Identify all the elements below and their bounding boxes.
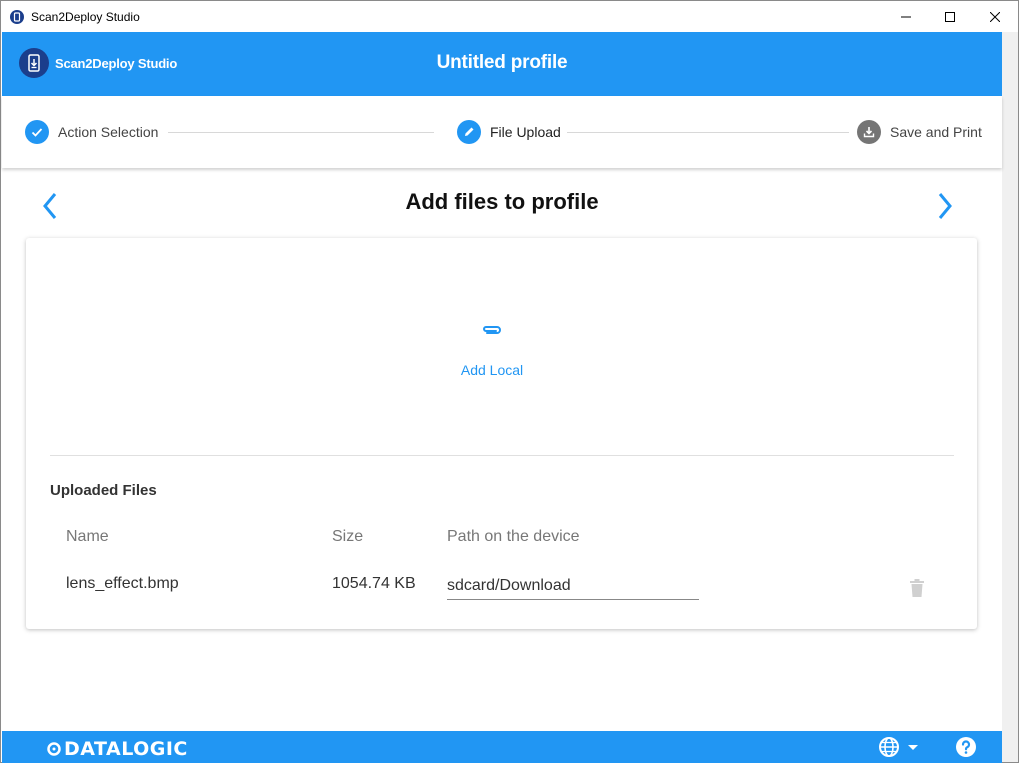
window-title: Scan2Deploy Studio bbox=[31, 9, 140, 24]
profile-title[interactable]: Untitled profile bbox=[2, 52, 1002, 74]
globe-icon bbox=[879, 737, 899, 757]
step-connector bbox=[567, 132, 849, 133]
pencil-icon bbox=[457, 120, 481, 144]
step-label: File Upload bbox=[490, 124, 561, 140]
app-header: Scan2Deploy Studio Untitled profile bbox=[2, 32, 1002, 96]
divider bbox=[50, 455, 954, 456]
app-window: Scan2Deploy Studio Scan2Deploy Studio Un… bbox=[0, 0, 1019, 763]
paperclip-icon bbox=[481, 323, 503, 342]
help-icon bbox=[956, 737, 976, 757]
page-title: Add files to profile bbox=[405, 189, 599, 214]
maximize-button[interactable] bbox=[927, 1, 973, 32]
close-button[interactable] bbox=[972, 1, 1018, 32]
add-local-button[interactable]: Add Local bbox=[446, 323, 538, 393]
file-size: 1054.74 KB bbox=[332, 575, 416, 592]
delete-file-button[interactable] bbox=[908, 578, 926, 598]
footer: DATALOGIC bbox=[2, 731, 1002, 763]
datalogic-mark-icon bbox=[47, 742, 61, 756]
stepper: Action Selection File Upload Save and Pr… bbox=[2, 96, 1002, 168]
caret-down-icon bbox=[908, 745, 918, 750]
column-header-size: Size bbox=[332, 528, 364, 545]
title-bar: Scan2Deploy Studio bbox=[1, 1, 1018, 32]
path-on-device-input[interactable] bbox=[447, 572, 699, 600]
file-name: lens_effect.bmp bbox=[66, 575, 179, 592]
step-action-selection[interactable]: Action Selection bbox=[25, 120, 158, 144]
chevron-right-icon bbox=[938, 193, 952, 219]
column-header-name: Name bbox=[66, 528, 109, 545]
uploaded-files-title: Uploaded Files bbox=[50, 482, 157, 499]
minimize-button[interactable] bbox=[883, 1, 929, 32]
next-step-button[interactable] bbox=[932, 191, 958, 221]
step-save-and-print[interactable]: Save and Print bbox=[857, 120, 982, 144]
column-header-path: Path on the device bbox=[447, 528, 580, 545]
scrollbar[interactable] bbox=[1002, 32, 1018, 762]
step-connector bbox=[168, 132, 434, 133]
step-label: Action Selection bbox=[58, 124, 159, 140]
app-icon bbox=[10, 9, 24, 24]
datalogic-logo: DATALOGIC bbox=[47, 738, 188, 760]
logo-wordmark: DATALOGIC bbox=[64, 738, 188, 760]
step-file-upload[interactable]: File Upload bbox=[457, 120, 561, 144]
language-button[interactable] bbox=[878, 736, 921, 758]
download-icon bbox=[857, 120, 881, 144]
trash-icon bbox=[910, 579, 924, 597]
upload-card: Add Local Uploaded Files Name Size Path … bbox=[26, 238, 977, 629]
step-label: Save and Print bbox=[890, 124, 982, 140]
add-local-label: Add Local bbox=[460, 362, 524, 378]
help-button[interactable] bbox=[955, 736, 977, 758]
check-icon bbox=[25, 120, 49, 144]
